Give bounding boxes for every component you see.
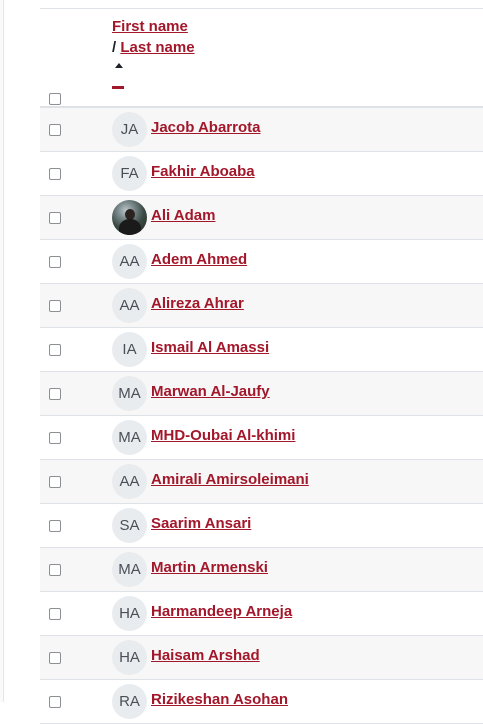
table-row: RA Rizikeshan Asohan [40,680,483,724]
row-select-checkbox[interactable] [49,564,61,576]
user-name-link[interactable]: Amirali Amirsoleimani [151,471,309,488]
sort-last-name-link[interactable]: Last name [120,39,194,56]
row-select-cell [49,167,61,185]
row-select-checkbox[interactable] [49,388,61,400]
user-name-link[interactable]: Harmandeep Arneja [151,603,292,620]
avatar [112,200,147,235]
row-select-checkbox[interactable] [49,652,61,664]
user-name-link[interactable]: Rizikeshan Asohan [151,691,288,708]
table-row: MA MHD-Oubai Al-khimi [40,416,483,460]
table-row: MA Martin Armenski [40,548,483,592]
user-name-link[interactable]: Alireza Ahrar [151,295,244,312]
table-body: JA Jacob Abarrota FA Fakhir Aboaba Ali Adam A… [40,108,483,724]
row-select-cell [49,607,61,625]
table-row: FA Fakhir Aboaba [40,152,483,196]
avatar: HA [112,640,147,675]
avatar-photo-body [119,219,141,235]
avatar: JA [112,112,147,147]
participants-table: First name / Last name JA Jacob Abarrota F… [40,0,483,724]
user-name-link[interactable]: Ismail Al Amassi [151,339,269,356]
user-name-link[interactable]: MHD-Oubai Al-khimi [151,427,295,444]
row-select-checkbox[interactable] [49,432,61,444]
row-select-cell [49,387,61,405]
table-row: JA Jacob Abarrota [40,108,483,152]
row-select-checkbox[interactable] [49,476,61,488]
row-select-cell [49,563,61,581]
avatar: AA [112,288,147,323]
row-select-checkbox[interactable] [49,520,61,532]
select-all-checkbox[interactable] [49,93,61,105]
user-name-link[interactable]: Ali Adam [151,207,215,224]
panel-edge [0,0,4,702]
table-row: AA Adem Ahmed [40,240,483,284]
name-column-header: First name / Last name [112,16,195,89]
name-separator: / [112,39,117,56]
row-select-checkbox[interactable] [49,256,61,268]
table-row: HA Harmandeep Arneja [40,592,483,636]
row-select-cell [49,475,61,493]
row-select-cell [49,255,61,273]
table-row: Ali Adam [40,196,483,240]
row-select-cell [49,651,61,669]
avatar: SA [112,508,147,543]
avatar: IA [112,332,147,367]
row-select-cell [49,211,61,229]
user-name-link[interactable]: Jacob Abarrota [151,119,260,136]
table-header: First name / Last name [40,9,483,108]
row-select-cell [49,123,61,141]
table-row: MA Marwan Al-Jaufy [40,372,483,416]
user-name-link[interactable]: Marwan Al-Jaufy [151,383,270,400]
table-row: HA Haisam Arshad [40,636,483,680]
table-row: AA Alireza Ahrar [40,284,483,328]
row-select-cell [49,519,61,537]
row-select-checkbox[interactable] [49,344,61,356]
table-row: AA Amirali Amirsoleimani [40,460,483,504]
row-select-cell [49,431,61,449]
sort-ascending-icon [115,63,123,68]
user-name-link[interactable]: Haisam Arshad [151,647,260,664]
sort-first-name-link[interactable]: First name [112,18,188,35]
user-name-link[interactable]: Fakhir Aboaba [151,163,255,180]
avatar: MA [112,376,147,411]
table-row: IA Ismail Al Amassi [40,328,483,372]
row-select-checkbox[interactable] [49,124,61,136]
user-name-link[interactable]: Saarim Ansari [151,515,251,532]
avatar: FA [112,156,147,191]
user-name-link[interactable]: Martin Armenski [151,559,268,576]
table-top-border [40,0,483,9]
avatar: MA [112,420,147,455]
row-select-checkbox[interactable] [49,696,61,708]
table-row: SA Saarim Ansari [40,504,483,548]
row-select-cell [49,299,61,317]
avatar: AA [112,244,147,279]
avatar: HA [112,596,147,631]
minus-icon[interactable] [112,86,124,89]
user-name-link[interactable]: Adem Ahmed [151,251,247,268]
row-select-cell [49,695,61,713]
row-select-cell [49,343,61,361]
row-select-checkbox[interactable] [49,168,61,180]
row-select-checkbox[interactable] [49,300,61,312]
avatar: MA [112,552,147,587]
row-select-checkbox[interactable] [49,608,61,620]
avatar: AA [112,464,147,499]
row-select-checkbox[interactable] [49,212,61,224]
